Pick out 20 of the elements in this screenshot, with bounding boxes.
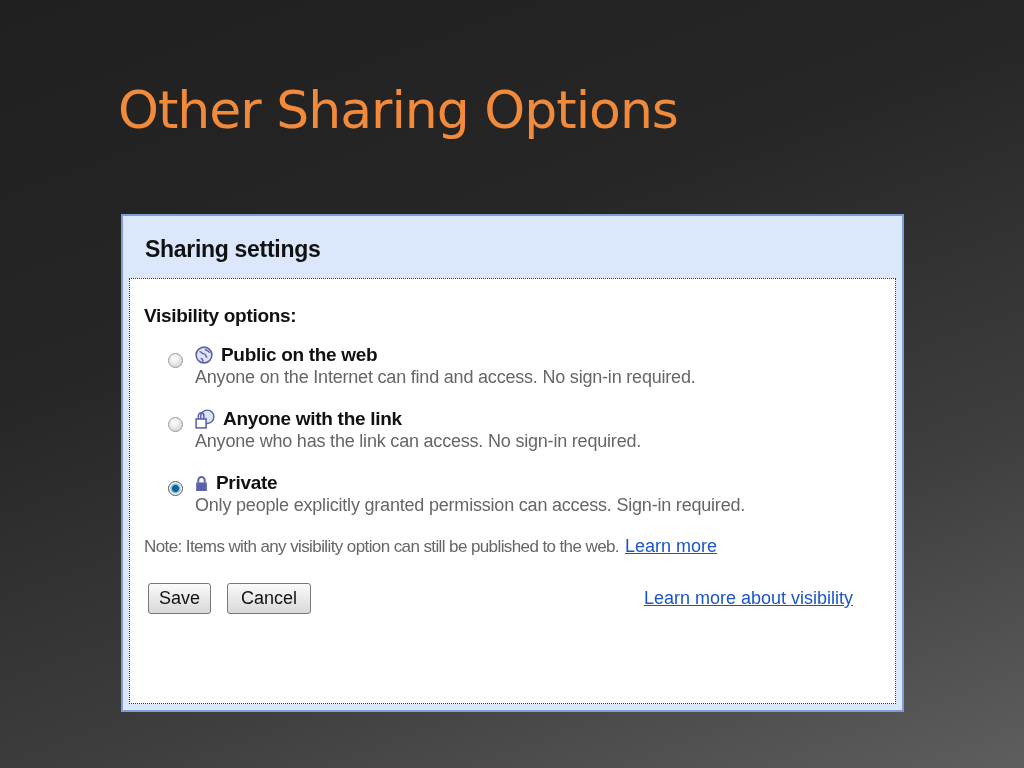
note-text: Note: Items with any visibility option can still be published to the web. — [144, 537, 619, 557]
section-label: Visibility options: — [144, 305, 298, 327]
option-label: Public on the web — [221, 344, 378, 366]
visibility-help-link[interactable]: Learn more about visibility — [643, 588, 853, 609]
option-description: Anyone who has the link can access. No sign-in required. — [195, 431, 642, 452]
radio-button[interactable] — [168, 353, 183, 368]
option-description: Only people explicitly granted permission can access. Sign-in required. — [195, 495, 746, 516]
cancel-button[interactable]: Cancel — [227, 583, 312, 614]
lock-icon — [195, 475, 208, 491]
globe-icon — [195, 346, 213, 364]
radio-button[interactable] — [168, 481, 183, 496]
dialog-title: Sharing settings — [144, 235, 322, 264]
option-label: Anyone with the link — [223, 408, 402, 430]
learn-more-link[interactable]: Learn more — [624, 536, 718, 557]
radio-button[interactable] — [168, 417, 183, 432]
save-button[interactable]: Save — [148, 583, 212, 614]
slide-title: Other Sharing Options — [118, 79, 678, 142]
option-label: Private — [216, 472, 278, 494]
option-description: Anyone on the Internet can find and access. No sign-in required. — [195, 367, 696, 388]
lock-globe-icon — [195, 409, 215, 429]
